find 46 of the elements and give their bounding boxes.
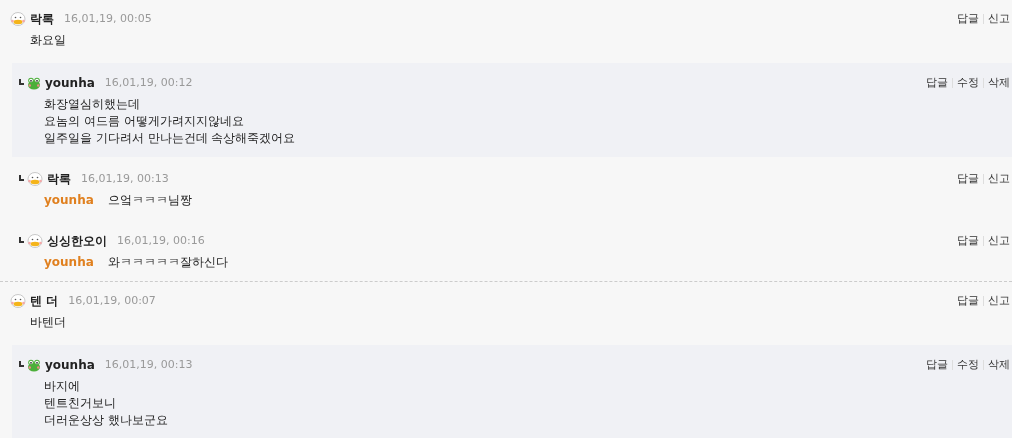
comment-text: 화요일: [30, 31, 66, 49]
comment-date: 16,01,19, 00:13: [104, 356, 193, 373]
comment-text: 요놈의 여드름 어떻게가려지지않네요: [44, 112, 244, 130]
author-name: younha: [45, 357, 95, 374]
comment-date: 16,01,19, 00:12: [104, 74, 193, 91]
comment-text: 와ㅋㅋㅋㅋㅋ잘하신다: [107, 253, 228, 271]
action-link[interactable]: 신고: [988, 292, 1010, 310]
duck-icon: [27, 172, 43, 186]
duck-icon: [27, 234, 43, 248]
author-name: younha: [45, 75, 95, 92]
author-name: 락록: [30, 11, 54, 28]
comment-date: 16,01,19, 00:05: [64, 10, 152, 27]
comment-date: 16,01,19, 00:13: [81, 170, 169, 187]
comment-date: 16,01,19, 00:07: [68, 292, 156, 309]
author-name: 텐 더: [30, 293, 59, 310]
comment-text: 텐트친거보니: [44, 394, 116, 412]
action-link[interactable]: 답글: [926, 356, 948, 374]
duck-icon: [10, 294, 26, 308]
frog-icon: [27, 76, 41, 90]
action-link[interactable]: 신고: [988, 232, 1010, 250]
comment-text: 으엌ㅋㅋㅋ님짱: [107, 191, 192, 209]
action-link[interactable]: 답글: [957, 10, 979, 28]
reply-marker-icon: [19, 78, 24, 85]
comment-text: 바지에: [44, 377, 80, 395]
comment-text: 일주일을 기다려서 만나는건데 속상해죽겠어요: [44, 129, 296, 147]
action-link[interactable]: 삭제: [988, 74, 1010, 92]
action-link[interactable]: 신고: [988, 170, 1010, 188]
action-link[interactable]: 수정: [957, 356, 979, 374]
action-link[interactable]: 신고: [988, 10, 1010, 28]
action-link[interactable]: 답글: [957, 232, 979, 250]
duck-icon: [10, 12, 26, 26]
action-link[interactable]: 답글: [926, 74, 948, 92]
comment-date: 16,01,19, 00:16: [117, 232, 205, 249]
frog-icon: [27, 358, 41, 372]
comment-text: 화장열심히했는데: [44, 95, 140, 113]
author-name: 싱싱한오이: [47, 233, 107, 250]
action-link[interactable]: 수정: [957, 74, 979, 92]
comment-text: 더러운상상 했나보군요: [44, 411, 168, 429]
action-link[interactable]: 삭제: [988, 356, 1010, 374]
reply-marker-icon: [19, 174, 24, 181]
action-link[interactable]: 답글: [957, 292, 979, 310]
author-name: 락록: [47, 171, 71, 188]
comment-text: 바텐더: [30, 313, 66, 331]
reply-marker-icon: [19, 236, 24, 243]
reply-marker-icon: [19, 360, 24, 367]
action-link[interactable]: 답글: [957, 170, 979, 188]
